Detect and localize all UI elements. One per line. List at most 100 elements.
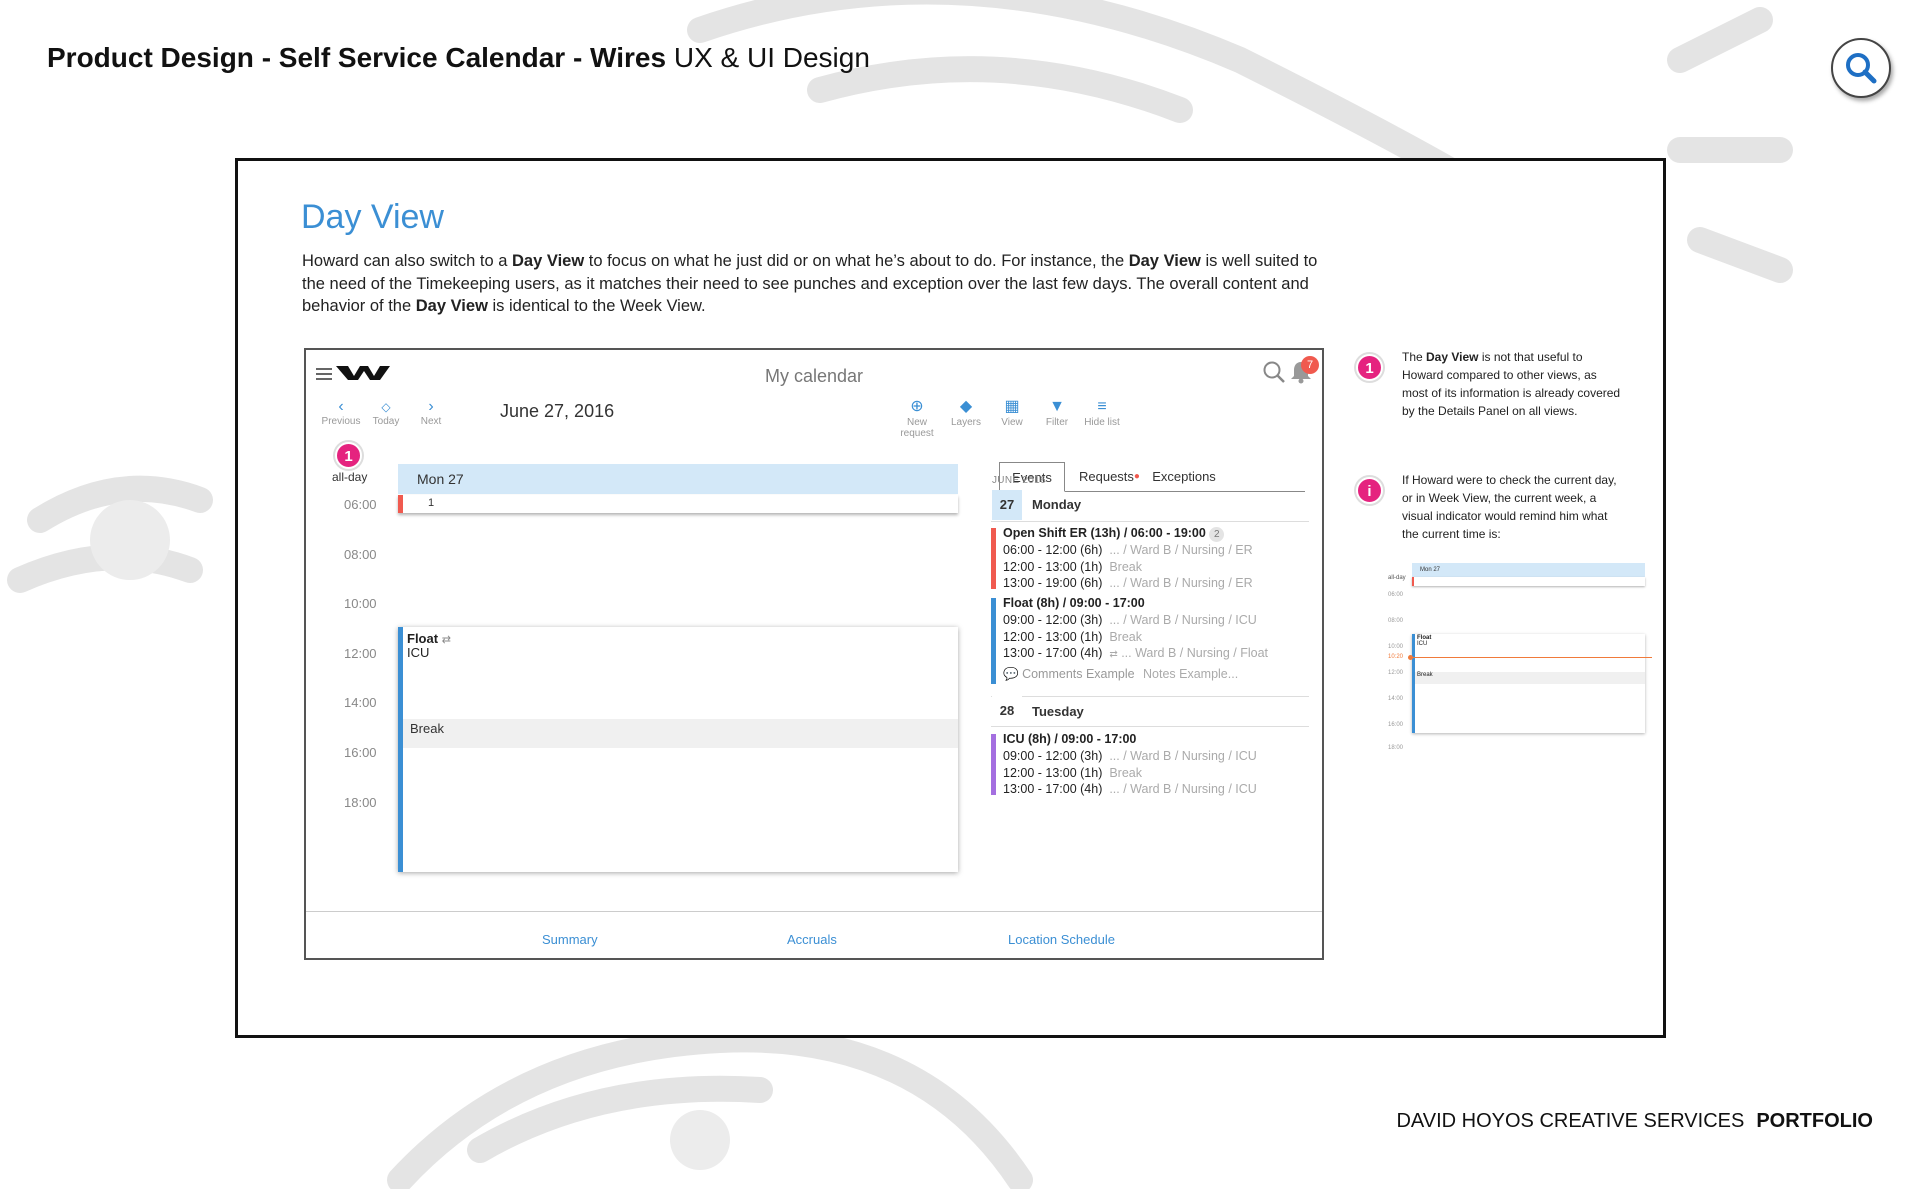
- mini-event-card: Float ICU Break: [1412, 634, 1645, 733]
- event-title-text: Float: [407, 631, 439, 646]
- next-button[interactable]: › Next: [406, 398, 456, 427]
- calendar-icon: ▦: [1004, 398, 1020, 415]
- search-button[interactable]: [1831, 38, 1891, 98]
- info-badge: i: [1356, 477, 1383, 504]
- row-detail: Break: [1109, 766, 1142, 780]
- row-detail: Break: [1109, 560, 1142, 574]
- footer-company: DAVID HOYOS CREATIVE SERVICES: [1396, 1110, 1745, 1132]
- notification-badge: 7: [1301, 356, 1319, 374]
- shift-row: 09:00 - 12:00 (3h) ... / Ward B / Nursin…: [1003, 613, 1257, 627]
- callout-badge: 1: [335, 442, 362, 469]
- time-label: 10:00: [344, 596, 377, 611]
- layers-label: Layers: [950, 417, 981, 428]
- intro-bold: Day View: [512, 252, 585, 270]
- location-schedule-link[interactable]: Location Schedule: [1008, 932, 1115, 947]
- mini-time: 06:00: [1388, 592, 1404, 598]
- current-time-thumbnail: Mon 27 all-day 06:00 08:00 10:00 10:20 1…: [1380, 552, 1655, 752]
- row-time: 12:00 - 13:00 (1h): [1003, 766, 1103, 780]
- notes-row[interactable]: Notes Example...: [1143, 667, 1238, 681]
- note-badge: 1: [1356, 354, 1383, 381]
- shift-row: 09:00 - 12:00 (3h) ... / Ward B / Nursin…: [1003, 749, 1257, 763]
- allday-marker: [398, 495, 403, 513]
- view-label: View: [1001, 417, 1023, 428]
- mini-time: 08:00: [1388, 618, 1404, 624]
- comment-icon: 💬: [1003, 667, 1019, 681]
- float-event-card[interactable]: Float ⇄ ICU Break: [398, 627, 958, 872]
- row-detail: ... / Ward B / Nursing / ER: [1109, 576, 1253, 590]
- row-detail: ... / Ward B / Nursing / ICU: [1109, 613, 1257, 627]
- filter-label: Filter: [1045, 417, 1069, 428]
- view-button[interactable]: ▦ View: [987, 397, 1037, 428]
- day-name: Tuesday: [1032, 704, 1084, 719]
- row-time: 09:00 - 12:00 (3h): [1003, 613, 1103, 627]
- layers-button[interactable]: ◆ Layers: [941, 397, 991, 428]
- row-detail: ... / Ward B / Nursing / ICU: [1109, 749, 1257, 763]
- intro-bold: Day View: [1128, 252, 1201, 270]
- shift-title[interactable]: Float (8h) / 09:00 - 17:00: [1003, 596, 1145, 610]
- tab-exceptions[interactable]: Exceptions: [1149, 462, 1219, 492]
- chevron-right-icon: ›: [428, 398, 434, 415]
- comments-row[interactable]: 💬 Comments Example: [1003, 667, 1135, 682]
- accruals-link[interactable]: Accruals: [787, 932, 837, 947]
- slide-intro: Howard can also switch to a Day View to …: [302, 250, 1322, 318]
- divider: [991, 696, 1309, 697]
- search-icon: [1846, 53, 1877, 84]
- mini-time: 18:00: [1388, 745, 1404, 751]
- filter-button[interactable]: ▼ Filter: [1032, 397, 1082, 428]
- search-icon[interactable]: [1262, 360, 1286, 384]
- request-label: request: [900, 428, 934, 439]
- new-label: New: [906, 417, 927, 428]
- mini-time: 16:00: [1388, 722, 1404, 728]
- hide-list-button[interactable]: ≡ Hide list: [1077, 397, 1127, 428]
- month-text: JUNE 2016: [992, 475, 1046, 486]
- divider: [991, 521, 1309, 522]
- previous-label: Previous: [321, 416, 361, 427]
- shift-row: 13:00 - 19:00 (6h) ... / Ward B / Nursin…: [1003, 576, 1253, 590]
- day-header: Mon 27: [398, 464, 958, 494]
- mini-time: 10:00: [1388, 644, 1404, 650]
- time-label: 14:00: [344, 695, 377, 710]
- today-button[interactable]: ◇ Today: [361, 398, 411, 427]
- row-detail: ... Ward B / Nursing / Float: [1121, 646, 1269, 660]
- header-subtitle: UX & UI Design: [673, 42, 870, 73]
- day-name: Monday: [1032, 497, 1082, 512]
- intro-text: is identical to the Week View.: [487, 297, 706, 315]
- shift-row: 13:00 - 17:00 (4h) ⇄ ... Ward B / Nursin…: [1003, 646, 1268, 660]
- previous-button[interactable]: ‹ Previous: [316, 398, 366, 427]
- row-time: 13:00 - 17:00 (4h): [1003, 782, 1103, 796]
- divider: [991, 726, 1309, 727]
- shift-row: 12:00 - 13:00 (1h) Break: [1003, 766, 1142, 780]
- shift-title[interactable]: ICU (8h) / 09:00 - 17:00: [1003, 732, 1136, 746]
- event-title: Float ⇄: [407, 631, 451, 646]
- row-detail: ... / Ward B / Nursing / ICU: [1109, 782, 1257, 796]
- app-title: My calendar: [764, 366, 864, 386]
- time-label: 06:00: [344, 497, 377, 512]
- current-date: June 27, 2016: [500, 401, 615, 421]
- shift-color-bar: [991, 528, 996, 589]
- requests-label: Requests: [1079, 469, 1134, 484]
- row-time: 13:00 - 17:00 (4h): [1003, 646, 1103, 660]
- note-text: The: [1402, 350, 1427, 364]
- allday-label: all-day: [332, 470, 368, 484]
- month-label: JUNE 2016: [992, 475, 1046, 486]
- tab-requests[interactable]: Requests●: [1079, 462, 1140, 492]
- day-number: 27: [992, 490, 1022, 520]
- hide-list-label: Hide list: [1084, 417, 1120, 428]
- row-detail: Break: [1109, 630, 1142, 644]
- mini-allday: all-day: [1388, 575, 1406, 581]
- summary-link[interactable]: Summary: [542, 932, 598, 947]
- note-1: The Day View is not that useful to Howar…: [1402, 348, 1624, 420]
- mini-time: 14:00: [1388, 696, 1404, 702]
- intro-text: to focus on what he just did or on what …: [584, 252, 1129, 270]
- page-header: Product Design - Self Service Calendar -…: [47, 42, 870, 74]
- allday-row[interactable]: 1: [398, 495, 958, 513]
- bottom-nav: Summary Accruals Location Schedule: [306, 911, 1322, 958]
- shift-title[interactable]: Open Shift ER (13h) / 06:00 - 19:00 2: [1003, 526, 1225, 542]
- shift-count-badge: 2: [1209, 527, 1225, 542]
- footer-portfolio: PORTFOLIO: [1756, 1110, 1873, 1132]
- day-number: 28: [992, 696, 1022, 726]
- filter-icon: ▼: [1049, 398, 1065, 415]
- new-request-button[interactable]: ⊕ New request: [892, 397, 942, 439]
- requests-dot-icon: ●: [1133, 471, 1140, 482]
- chevron-left-icon: ‹: [338, 398, 344, 415]
